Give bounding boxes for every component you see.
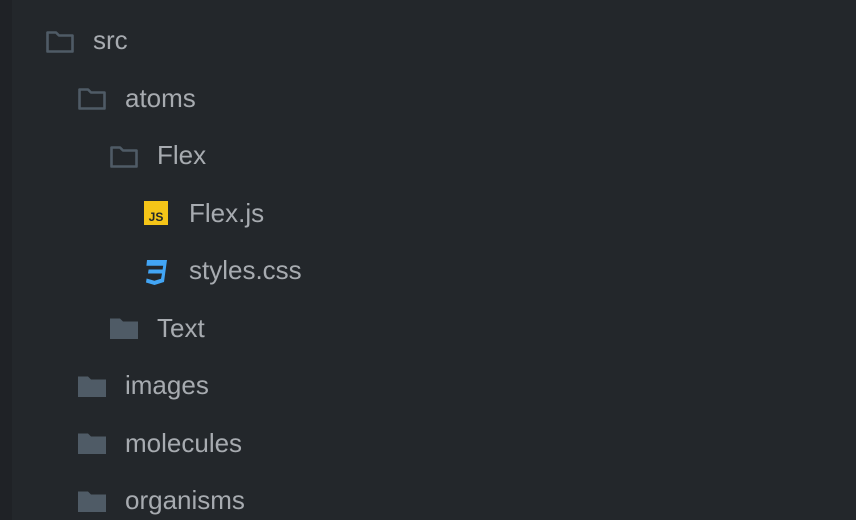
tree-item-styles-css[interactable]: styles.css xyxy=(0,242,856,300)
tree-item-label: molecules xyxy=(125,427,243,458)
tree-item-molecules[interactable]: molecules xyxy=(0,415,856,473)
tree-item-flex-js[interactable]: JS Flex.js xyxy=(0,185,856,243)
tree-item-label: styles.css xyxy=(189,255,302,286)
folder-closed-icon xyxy=(77,428,107,458)
folder-closed-icon xyxy=(77,371,107,401)
tree-item-images[interactable]: images xyxy=(0,357,856,415)
tree-item-src[interactable]: src xyxy=(0,12,856,70)
folder-closed-icon xyxy=(77,486,107,516)
css-file-icon xyxy=(141,256,171,286)
tree-item-label: organisms xyxy=(125,485,245,516)
tree-item-label: atoms xyxy=(125,82,196,113)
tree-item-text-folder[interactable]: Text xyxy=(0,300,856,358)
tree-item-label: src xyxy=(93,25,128,56)
tree-item-atoms[interactable]: atoms xyxy=(0,70,856,128)
javascript-file-icon: JS xyxy=(141,198,171,228)
file-explorer-panel: src atoms Flex JS Flex.js styles.css Tex… xyxy=(0,0,856,520)
folder-open-icon xyxy=(109,141,139,171)
folder-closed-icon xyxy=(109,313,139,343)
tree-item-label: Flex.js xyxy=(189,197,265,228)
js-badge-text: JS xyxy=(149,210,164,224)
tree-item-organisms[interactable]: organisms xyxy=(0,472,856,520)
folder-open-icon xyxy=(77,83,107,113)
tree-item-label: Flex xyxy=(157,140,207,171)
tree-item-label: Text xyxy=(157,312,205,343)
folder-open-icon xyxy=(45,26,75,56)
file-tree: src atoms Flex JS Flex.js styles.css Tex… xyxy=(0,12,856,520)
tree-item-flex-folder[interactable]: Flex xyxy=(0,127,856,185)
tree-item-label: images xyxy=(125,370,209,401)
